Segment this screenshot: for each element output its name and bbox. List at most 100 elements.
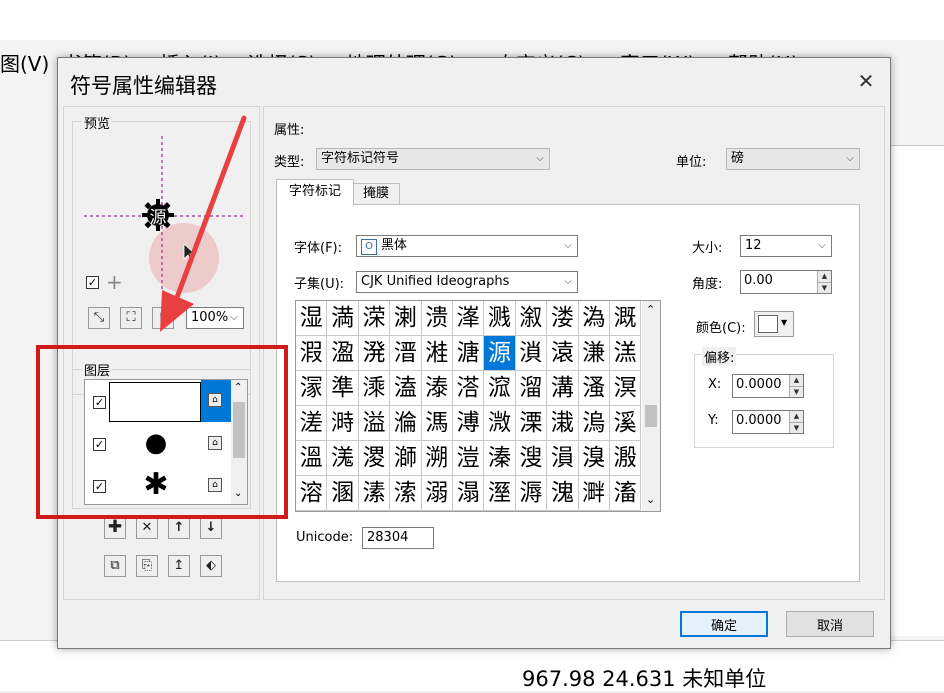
add-layer-icon[interactable]: ✚ — [104, 517, 126, 539]
close-icon[interactable]: ✕ — [853, 68, 879, 94]
glyph-cell[interactable]: 溎 — [421, 336, 453, 371]
glyph-cell[interactable]: 溾 — [547, 476, 579, 511]
glyph-cell[interactable]: 溋 — [327, 336, 359, 371]
move-down-icon[interactable]: ↓ — [200, 517, 222, 539]
glyph-cell[interactable]: 溶 — [296, 476, 328, 511]
plus-icon[interactable]: + — [106, 270, 123, 294]
glyph-cell[interactable]: 溍 — [390, 336, 422, 371]
paste-icon[interactable]: ⎘ — [136, 555, 158, 577]
ok-button[interactable]: 确定 — [680, 611, 768, 637]
scroll-thumb[interactable] — [645, 405, 657, 427]
glyph-cell[interactable]: 溺 — [421, 476, 453, 511]
glyph-cell[interactable]: 溪 — [609, 406, 642, 441]
glyph-cell[interactable]: 滀 — [609, 476, 642, 511]
unicode-field[interactable]: 28304 — [362, 527, 434, 549]
glyph-cell[interactable]: 溦 — [484, 406, 516, 441]
spin-down-icon[interactable]: ▼ — [789, 422, 803, 433]
glyph-cell[interactable]: 溗 — [358, 371, 391, 406]
glyph-cell[interactable]: 溩 — [578, 406, 610, 441]
glyph-cell[interactable]: 溽 — [515, 476, 548, 511]
move-up-icon[interactable]: ↑ — [168, 517, 190, 539]
glyph-cell[interactable]: 溮 — [390, 441, 422, 476]
menu-view[interactable]: 图(V) — [0, 48, 49, 77]
glyph-cell[interactable]: 溯 — [421, 441, 453, 476]
glyph-cell[interactable]: 溘 — [390, 371, 422, 406]
glyph-cell[interactable]: 溸 — [358, 476, 391, 511]
cancel-button[interactable]: 取消 — [786, 611, 874, 637]
glyph-cell[interactable]: 溿 — [578, 476, 610, 511]
glyph-cell[interactable]: 準 — [327, 371, 359, 406]
tag-icon[interactable]: ⬖ — [200, 555, 222, 577]
glyph-cell[interactable]: 溃 — [421, 301, 453, 336]
offset-y-spinner[interactable]: 0.0000 ▲ ▼ — [732, 410, 804, 434]
glyph-cell[interactable]: 溢 — [358, 406, 391, 441]
glyph-cell[interactable]: 溉 — [609, 301, 642, 336]
glyph-cell[interactable]: 溰 — [452, 441, 485, 476]
glyph-cell[interactable]: 溼 — [484, 476, 516, 511]
glyph-cell[interactable]: 源 — [484, 336, 516, 371]
glyph-scrollbar[interactable]: ⌃ ⌄ — [642, 301, 660, 511]
glyph-cell[interactable]: 溚 — [452, 371, 485, 406]
spin-down-icon[interactable]: ▼ — [817, 282, 831, 293]
glyph-cell[interactable]: 溓 — [578, 336, 610, 371]
glyph-cell[interactable]: 溴 — [578, 441, 610, 476]
glyph-cell[interactable]: 溷 — [327, 476, 359, 511]
glyph-cell[interactable]: 溡 — [327, 406, 359, 441]
glyph-cell[interactable]: 溂 — [390, 301, 422, 336]
preview-show-checkbox[interactable]: ✓ — [86, 276, 99, 289]
type-select[interactable]: 字符标记符号 ⌵ — [316, 148, 550, 170]
glyph-cell[interactable]: 溤 — [421, 406, 453, 441]
glyph-cell[interactable]: 溨 — [547, 406, 579, 441]
glyph-cell[interactable]: 溹 — [390, 476, 422, 511]
zoom-extent-icon[interactable]: ⤡ — [88, 307, 110, 329]
glyph-cell[interactable]: 溄 — [452, 301, 485, 336]
glyph-cell[interactable]: 溑 — [515, 336, 548, 371]
glyph-cell[interactable]: 溏 — [452, 336, 485, 371]
glyph-cell[interactable]: 溕 — [296, 371, 328, 406]
refresh-icon[interactable]: ↥ — [168, 555, 190, 577]
glyph-cell[interactable]: 溭 — [358, 441, 391, 476]
color-picker[interactable]: ▼ — [754, 311, 794, 337]
unit-select[interactable]: 磅 ⌵ — [726, 148, 860, 170]
spin-up-icon[interactable]: ▲ — [817, 271, 831, 282]
glyph-cell[interactable]: 湿 — [296, 301, 328, 336]
spin-up-icon[interactable]: ▲ — [789, 411, 803, 422]
glyph-cell[interactable]: 満 — [327, 301, 359, 336]
copy-icon[interactable]: ⧉ — [104, 555, 126, 577]
delete-layer-icon[interactable]: ✕ — [136, 517, 158, 539]
glyph-cell[interactable]: 溙 — [421, 371, 453, 406]
glyph-cell[interactable]: 溊 — [296, 336, 328, 371]
chevron-down-icon[interactable]: ⌄ — [646, 493, 655, 506]
glyph-cell[interactable]: 溞 — [578, 371, 610, 406]
fixed-zoom-icon[interactable]: ⛶ — [120, 307, 142, 329]
spin-down-icon[interactable]: ▼ — [789, 386, 803, 397]
glyph-cell[interactable]: 溬 — [327, 441, 359, 476]
tab-character-marker[interactable]: 字符标记 — [276, 179, 354, 206]
glyph-cell[interactable]: 溆 — [515, 301, 548, 336]
glyph-cell[interactable]: 溵 — [609, 441, 642, 476]
glyph-cell[interactable]: 溔 — [609, 336, 642, 371]
glyph-cell[interactable]: 溅 — [484, 301, 516, 336]
tab-mask[interactable]: 掩膜 — [352, 183, 400, 206]
glyph-cell[interactable]: 溝 — [547, 371, 579, 406]
glyph-cell[interactable]: 溠 — [296, 406, 328, 441]
glyph-cell[interactable]: 溌 — [358, 336, 391, 371]
glyph-grid[interactable]: 湿満溁溂溃溄溅溆溇溈溉溊溋溌溍溎溏源溑溒溓溔溕準溗溘溙溚溛溜溝溞溟溠溡溢溣溤溥溦… — [295, 300, 661, 512]
size-select[interactable]: 12 ⌵ — [740, 235, 832, 257]
offset-x-spinner[interactable]: 0.0000 ▲ ▼ — [732, 374, 804, 398]
glyph-cell[interactable]: 溣 — [390, 406, 422, 441]
angle-spinner[interactable]: 0.00 ▲ ▼ — [740, 270, 832, 294]
glyph-cell[interactable]: 溧 — [515, 406, 548, 441]
spin-up-icon[interactable]: ▲ — [789, 375, 803, 386]
glyph-cell[interactable]: 溜 — [515, 371, 548, 406]
glyph-cells[interactable]: 湿満溁溂溃溄溅溆溇溈溉溊溋溌溍溎溏源溑溒溓溔溕準溗溘溙溚溛溜溝溞溟溠溡溢溣溤溥溦… — [296, 301, 642, 511]
glyph-cell[interactable]: 溒 — [547, 336, 579, 371]
glyph-cell[interactable]: 溲 — [515, 441, 548, 476]
glyph-cell[interactable]: 溱 — [484, 441, 516, 476]
font-select[interactable]: O 黑体 ⌵ — [356, 235, 578, 257]
subset-select[interactable]: CJK Unified Ideographs ⌵ — [356, 271, 578, 293]
chevron-up-icon[interactable]: ⌃ — [646, 303, 655, 316]
glyph-cell[interactable]: 溫 — [296, 441, 328, 476]
glyph-cell[interactable]: 溻 — [452, 476, 485, 511]
glyph-cell[interactable]: 溇 — [547, 301, 579, 336]
